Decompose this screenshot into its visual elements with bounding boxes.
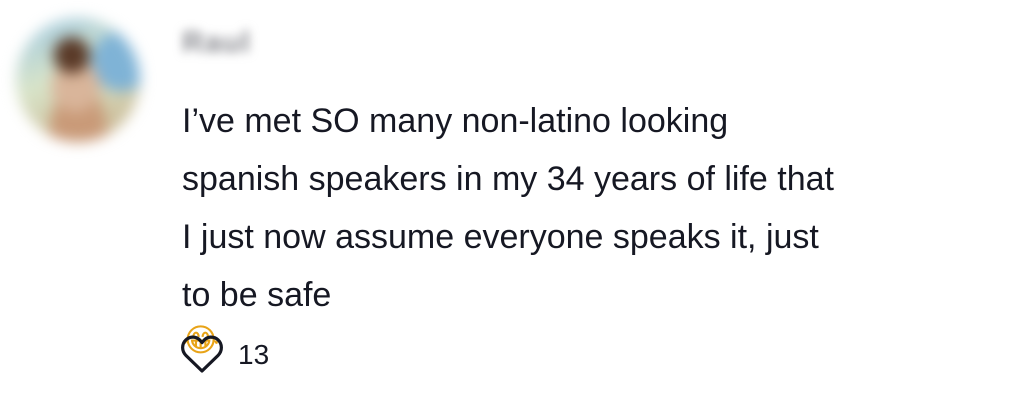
like-count: 13 bbox=[238, 339, 270, 370]
comment-text-line: I just now assume everyone speaks it, ju… bbox=[182, 218, 819, 256]
comment-text: I’ve met SO many non-latino looking span… bbox=[182, 92, 982, 356]
comment-text-line: I’ve met SO many non-latino looking bbox=[182, 102, 729, 140]
comment-text-line: to be safe 😂 bbox=[182, 266, 982, 356]
heart-outline-icon[interactable] bbox=[180, 335, 224, 375]
avatar[interactable] bbox=[16, 18, 140, 142]
comment-text-segment: to be safe bbox=[182, 276, 332, 314]
comment-item: Raul I’ve met SO many non-latino looking… bbox=[0, 0, 1016, 402]
like-button[interactable]: 13 bbox=[180, 334, 269, 376]
comment-text-line: spanish speakers in my 34 years of life … bbox=[182, 160, 834, 198]
comment-username[interactable]: Raul bbox=[182, 26, 251, 60]
laughing-emoji: 😂 bbox=[182, 321, 220, 359]
